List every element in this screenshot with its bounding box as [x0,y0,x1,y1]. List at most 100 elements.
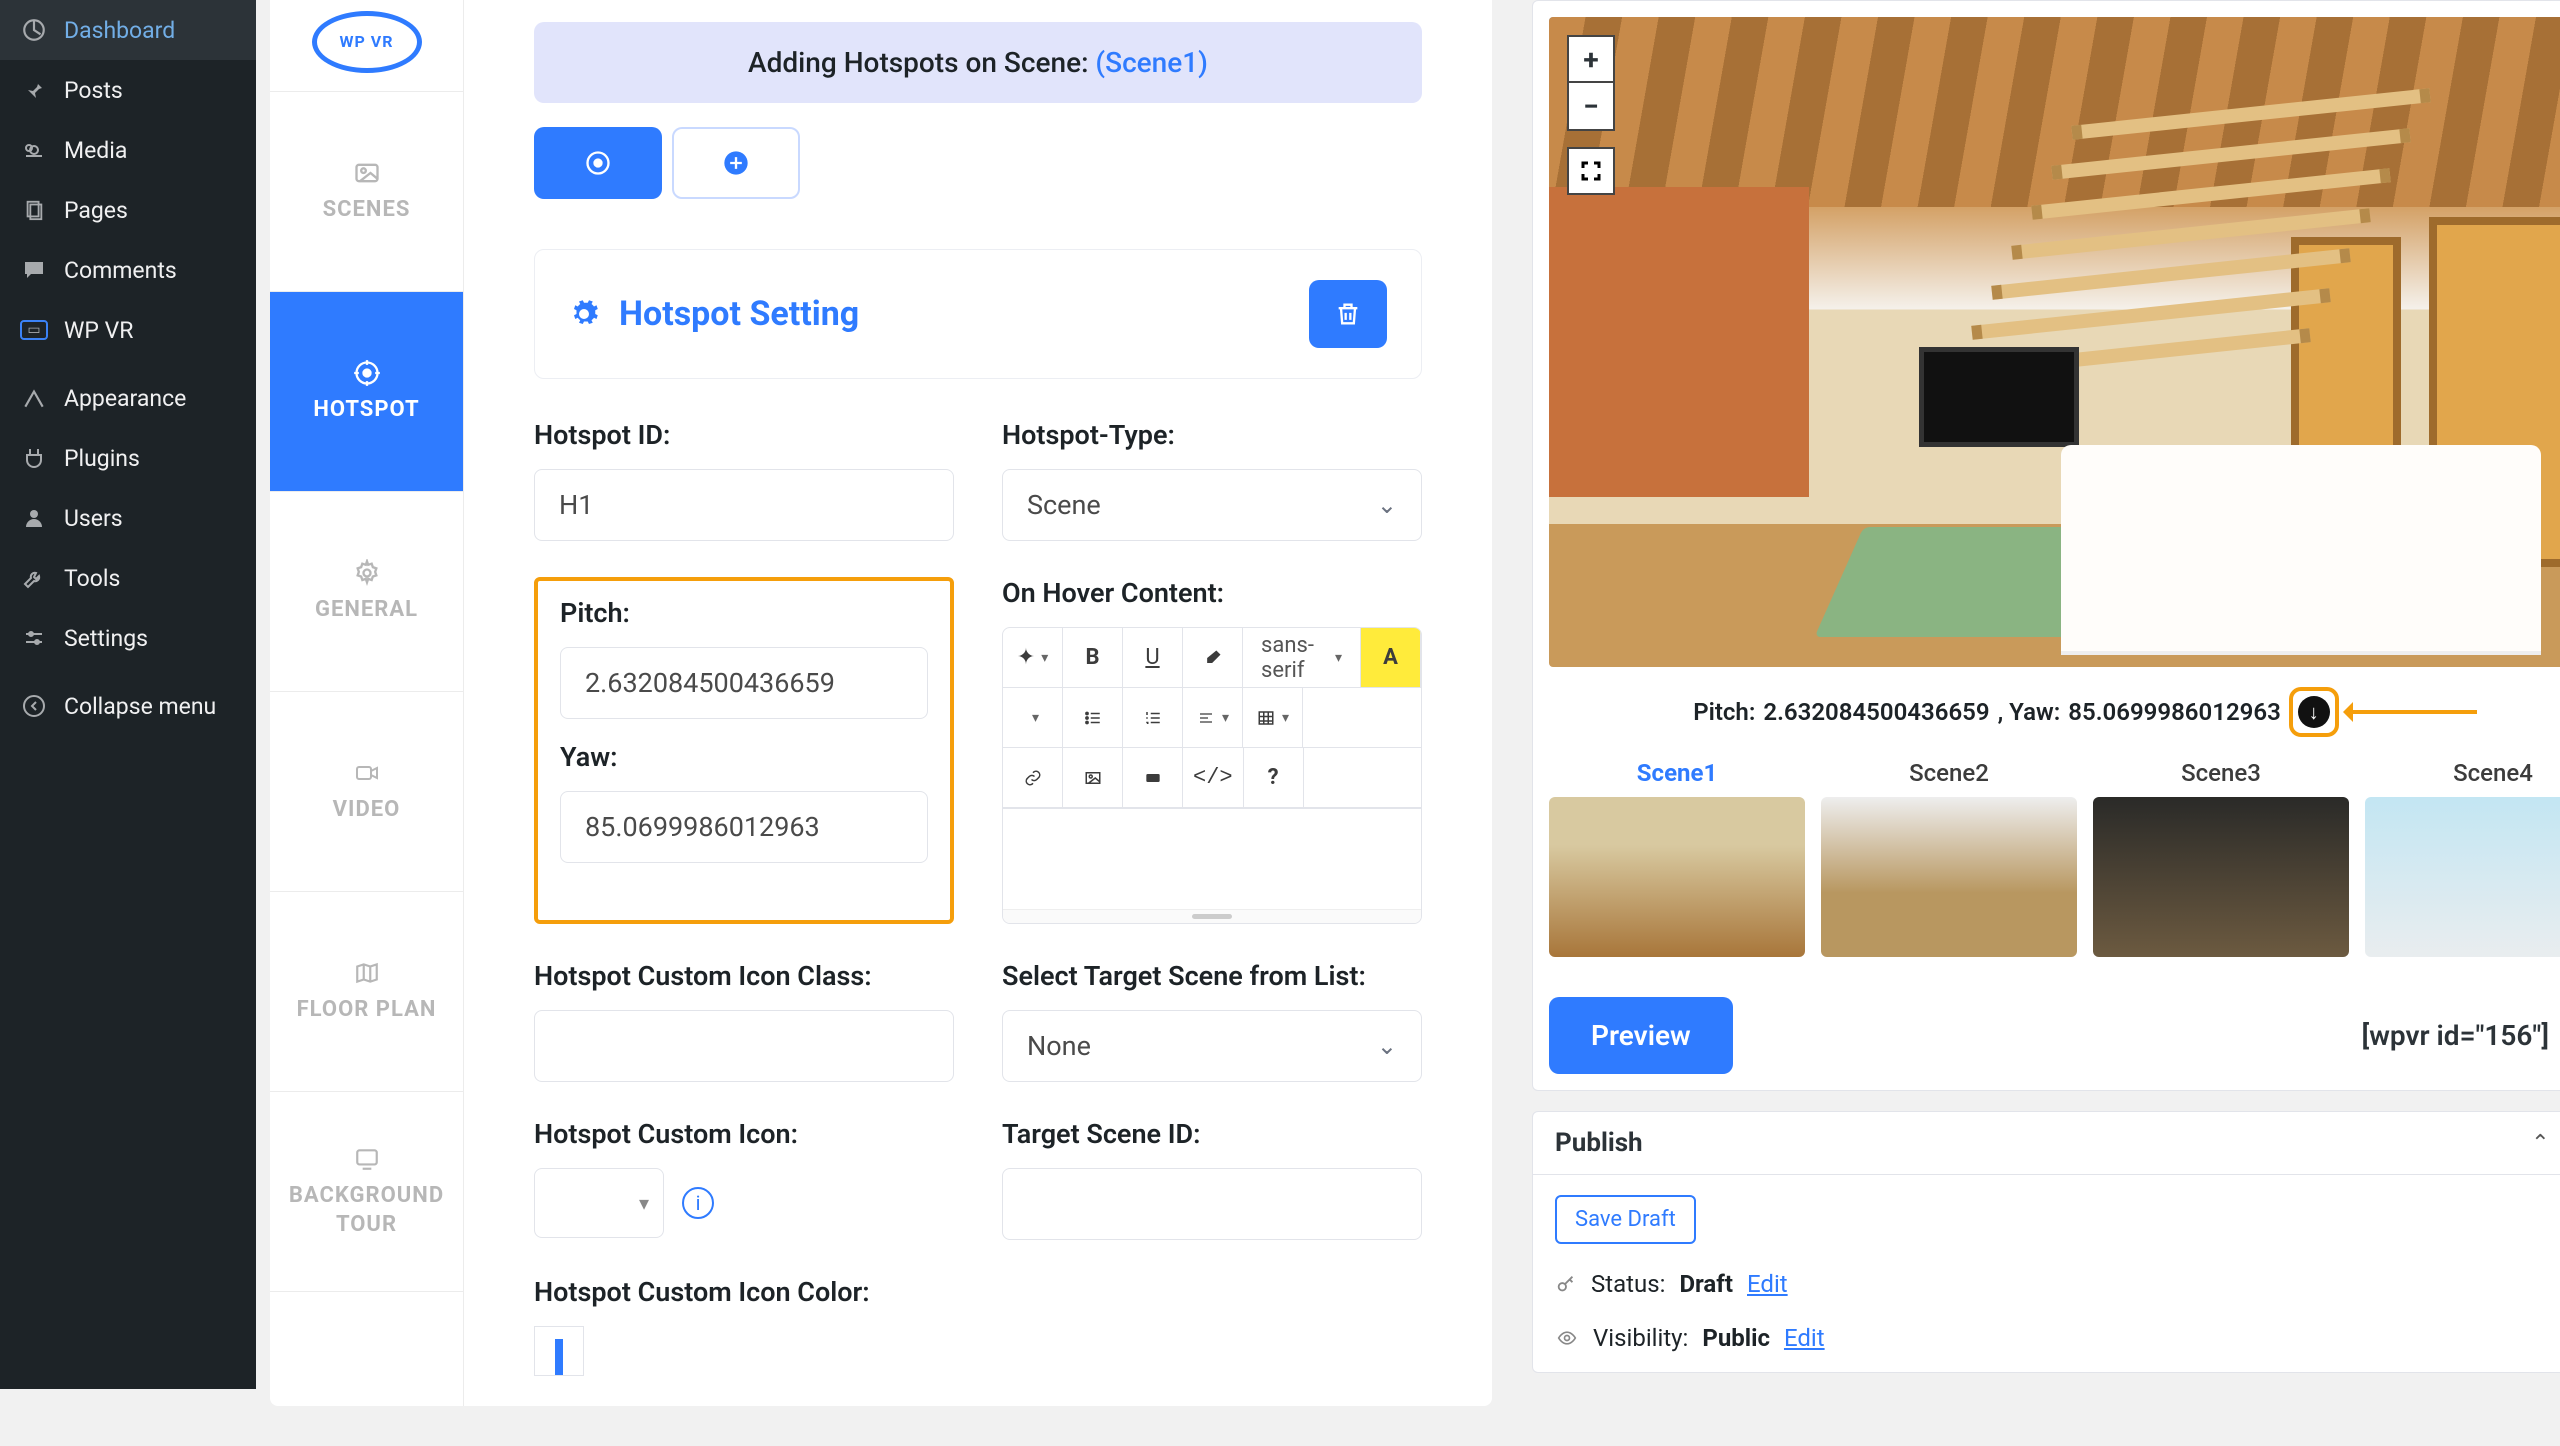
field-pitch: Pitch: [560,597,928,719]
thumb-scene3[interactable]: Scene3 [2093,759,2349,957]
rte-resize-handle[interactable] [1003,909,1421,923]
nav-label: Settings [64,625,148,652]
pitch-label: Pitch: [1693,698,1755,726]
hotspot-pill-current[interactable] [534,127,662,199]
thumb-scene1[interactable]: Scene1 [1549,759,1805,957]
rte-link-button[interactable] [1003,748,1063,808]
rte-font-select[interactable]: sans-serif▾ [1243,628,1361,688]
help-icon[interactable]: i [682,1187,714,1219]
scene-banner: Adding Hotspots on Scene: (Scene1) [534,22,1422,103]
nav-users[interactable]: Users [0,488,256,548]
thumb-scene2[interactable]: Scene2 [1821,759,2077,957]
rte-align-button[interactable]: ▾ [1183,688,1243,748]
tab-bgtour[interactable]: BACKGROUND TOUR [270,1092,463,1292]
hotspot-setting-header: Hotspot Setting [534,249,1422,379]
zoom-in-button[interactable]: + [1567,35,1615,83]
hotspot-type-select[interactable]: Scene⌄ [1002,469,1422,541]
nav-label: Posts [64,77,123,104]
nav-posts[interactable]: Posts [0,60,256,120]
rte-textarea[interactable] [1003,809,1421,909]
save-draft-button[interactable]: Save Draft [1555,1195,1696,1244]
rte-ol-button[interactable] [1123,688,1183,748]
gear-icon [352,558,382,588]
rte-wand-button[interactable]: ✦▾ [1003,628,1063,688]
nav-tools[interactable]: Tools [0,548,256,608]
screen-icon [352,1144,382,1174]
rte-textcolor-dd[interactable]: ▾ [1003,688,1063,748]
pitch-yaw-readout: Pitch: 2.632084500436659, Yaw: 85.069998… [1549,687,2560,737]
rte-table-button[interactable]: ▾ [1243,688,1303,748]
nav-pages[interactable]: Pages [0,180,256,240]
pitch-input[interactable] [560,647,928,719]
image-icon [352,158,382,188]
nav-media[interactable]: Media [0,120,256,180]
nav-label: Tools [64,565,120,592]
field-yaw: Yaw: [560,741,928,863]
appearance-icon [18,382,50,414]
hotspot-form: Adding Hotspots on Scene: (Scene1) Hotsp… [464,0,1492,1406]
yaw-label: , Yaw: [1998,698,2061,726]
label: Hotspot Custom Icon Color: [534,1276,954,1308]
plugin-icon [18,442,50,474]
rte-image-button[interactable] [1063,748,1123,808]
tab-floorplan[interactable]: FLOOR PLAN [270,892,463,1092]
hotspot-id-input[interactable] [534,469,954,541]
apply-pitch-yaw-button[interactable]: ↓ [2289,687,2339,737]
yaw-input[interactable] [560,791,928,863]
rte-code-button[interactable]: </> [1183,748,1244,808]
target-scene-select[interactable]: None⌄ [1002,1010,1422,1082]
rte-erase-button[interactable] [1183,628,1243,688]
preview-button[interactable]: Preview [1549,997,1733,1074]
thumb-image [2365,797,2560,957]
gear-icon [569,299,599,329]
icon-color-swatch[interactable] [534,1326,584,1376]
zoom-out-button[interactable]: − [1567,83,1615,131]
nav-label: Appearance [64,385,186,412]
tab-hotspot[interactable]: HOTSPOT [270,292,463,492]
fullscreen-button[interactable] [1567,147,1615,195]
field-custom-icon: Hotspot Custom Icon: ▾ i [534,1118,954,1240]
icon-class-input[interactable] [534,1010,954,1082]
nav-dashboard[interactable]: Dashboard [0,0,256,60]
tab-video[interactable]: VIDEO [270,692,463,892]
label: Hotspot-Type: [1002,419,1422,451]
nav-label: Users [64,505,123,532]
metabox-up-icon[interactable]: ⌃ [2531,1131,2549,1156]
nav-plugins[interactable]: Plugins [0,428,256,488]
comment-icon [18,254,50,286]
nav-appearance[interactable]: Appearance [0,368,256,428]
rte-ul-button[interactable] [1063,688,1123,748]
pages-icon [18,194,50,226]
tab-general[interactable]: GENERAL [270,492,463,692]
rte-help-button[interactable]: ? [1244,748,1304,808]
rte-bold-button[interactable]: B [1063,628,1123,688]
banner-scene-link[interactable]: (Scene1) [1095,46,1208,79]
rte-textcolor-button[interactable]: A [1361,628,1421,688]
custom-icon-select[interactable]: ▾ [534,1168,664,1238]
nav-collapse[interactable]: Collapse menu [0,676,256,736]
edit-visibility-link[interactable]: Edit [1784,1324,1825,1352]
vertical-tabs: WP VR SCENES HOTSPOT GENERAL VIDEO FLOOR… [270,0,464,1406]
banner-text: Adding Hotspots on Scene: [748,46,1095,79]
tab-label: VIDEO [323,796,411,825]
nav-label: Dashboard [64,17,175,44]
edit-status-link[interactable]: Edit [1747,1270,1788,1298]
target-icon [352,358,382,388]
shortcode-text: [wpvr id="156"] [2362,1019,2549,1052]
rte-underline-button[interactable]: U [1123,628,1183,688]
nav-comments[interactable]: Comments [0,240,256,300]
visibility-row: Visibility: Public Edit [1555,1324,2560,1352]
label: Target Scene ID: [1002,1118,1422,1150]
delete-hotspot-button[interactable] [1309,280,1387,348]
hotspot-pill-add[interactable] [672,127,800,199]
label: Hotspot Custom Icon Class: [534,960,954,992]
thumb-label: Scene3 [2093,759,2349,787]
rte-video-button[interactable] [1123,748,1183,808]
nav-wpvr[interactable]: ▭WP VR [0,300,256,360]
nav-settings[interactable]: Settings [0,608,256,668]
wp-admin-sidebar: Dashboard Posts Media Pages Comments ▭WP… [0,0,256,1389]
target-scene-id-input[interactable] [1002,1168,1422,1240]
thumb-scene4[interactable]: Scene4 [2365,759,2560,957]
tab-scenes[interactable]: SCENES [270,92,463,292]
panorama-viewer[interactable]: + − [1549,17,2560,667]
